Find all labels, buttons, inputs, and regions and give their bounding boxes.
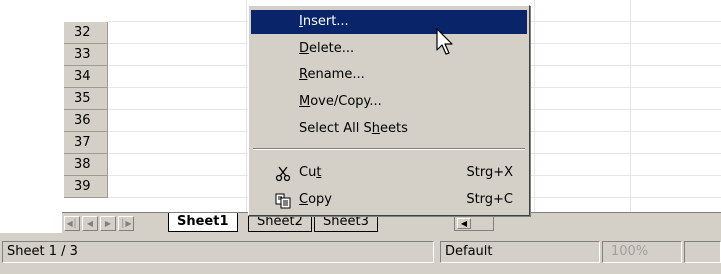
first-sheet-button[interactable]: ◀│ <box>64 216 80 231</box>
status-bar: Sheet 1 / 3 Default 100% <box>0 233 721 274</box>
sheet-position-indicator: Sheet 1 / 3 <box>2 241 434 263</box>
tab-sheet1[interactable]: Sheet1 <box>168 213 238 232</box>
grid-line <box>246 0 247 212</box>
scroll-left-button[interactable]: ◀ <box>457 218 471 229</box>
row-header-35[interactable]: 35 <box>64 88 108 110</box>
grid-line <box>534 0 535 212</box>
status-field-extra <box>684 241 721 263</box>
cut-shortcut: Strg+X <box>466 165 513 180</box>
sheet-context-menu: Insert... Delete... Rename... Move/Copy.… <box>248 5 530 216</box>
row-header-38[interactable]: 38 <box>64 154 108 176</box>
row-header-39[interactable]: 39 <box>64 176 108 198</box>
menu-item-delete[interactable]: Delete... <box>251 37 527 61</box>
menu-item-move-copy[interactable]: Move/Copy... <box>251 90 527 114</box>
spreadsheet-window: 32 33 34 35 36 37 38 39 ◀│ ◀ ▶ │▶ Sheet1… <box>0 0 721 274</box>
menu-item-copy[interactable]: Copy Strg+C <box>251 188 527 212</box>
row-header-34[interactable]: 34 <box>64 66 108 88</box>
menu-item-select-all-sheets[interactable]: Select All Sheets <box>251 117 527 141</box>
mouse-pointer-icon <box>436 28 458 58</box>
row-header-36[interactable]: 36 <box>64 110 108 132</box>
menu-item-cut[interactable]: Cut Strg+X <box>251 161 527 185</box>
row-header-37[interactable]: 37 <box>64 132 108 154</box>
copy-shortcut: Strg+C <box>466 192 513 207</box>
zoom-indicator[interactable]: 100% <box>602 241 682 263</box>
copy-icon <box>275 193 291 209</box>
next-sheet-button[interactable]: ▶ <box>100 216 116 231</box>
menu-item-rename[interactable]: Rename... <box>251 63 527 87</box>
menu-separator <box>253 148 525 150</box>
grid-left-gutter <box>0 0 64 212</box>
horizontal-scrollbar[interactable]: ◀ <box>454 216 494 231</box>
last-sheet-button[interactable]: │▶ <box>118 216 134 231</box>
scissors-icon <box>275 166 291 182</box>
page-style-indicator[interactable]: Default <box>440 241 600 263</box>
row-header-33[interactable]: 33 <box>64 44 108 66</box>
row-header-32[interactable]: 32 <box>64 22 108 44</box>
prev-sheet-button[interactable]: ◀ <box>82 216 98 231</box>
grid-line <box>630 0 631 212</box>
menu-item-insert[interactable]: Insert... <box>251 10 527 34</box>
